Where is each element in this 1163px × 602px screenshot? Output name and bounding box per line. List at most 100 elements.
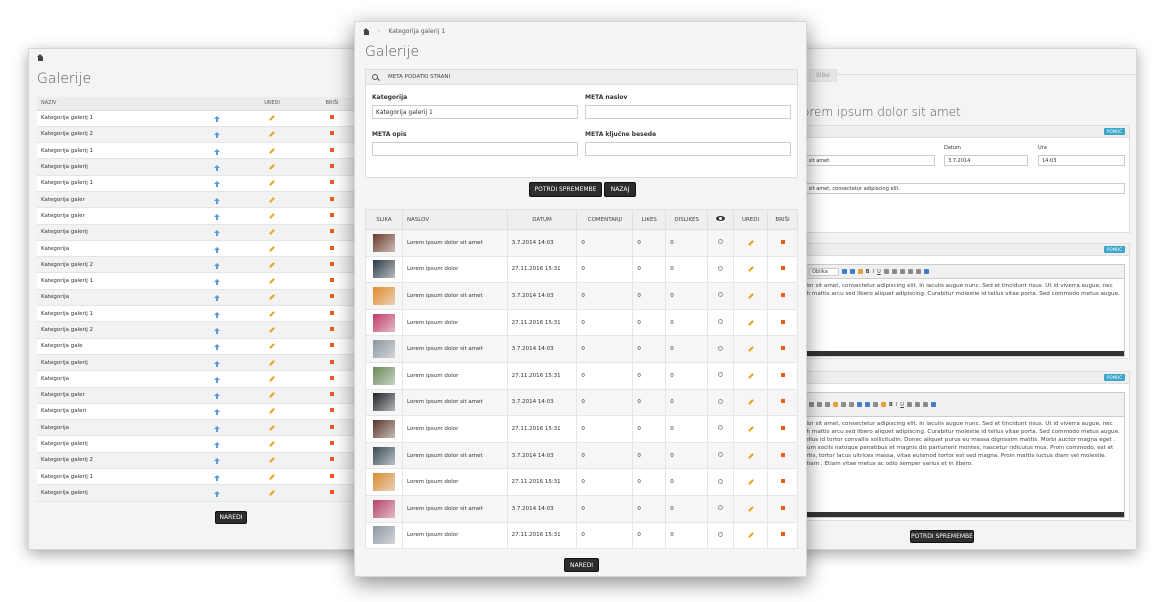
meta-kljucne-input[interactable] [585, 142, 791, 156]
category-name[interactable]: Kategorija [37, 419, 197, 437]
thumbnail-image[interactable] [372, 473, 395, 492]
delete-icon[interactable] [330, 278, 334, 283]
category-name[interactable]: Kategorija gale [37, 338, 197, 355]
category-name[interactable]: Kategorija galerij [37, 484, 197, 502]
pencil-icon[interactable] [269, 327, 275, 333]
pencil-icon[interactable] [269, 196, 275, 203]
delete-icon[interactable] [330, 424, 334, 429]
thumbnail-image[interactable] [372, 526, 395, 545]
col-likes[interactable]: LIKES [632, 209, 667, 230]
ura-input[interactable]: 14:03 [1038, 155, 1125, 166]
delete-icon[interactable] [780, 372, 785, 377]
thumbnail-image[interactable] [372, 499, 395, 518]
move-up-icon[interactable] [214, 442, 220, 449]
format-select[interactable]: Oblika [809, 267, 839, 276]
delete-icon[interactable] [780, 346, 785, 351]
help-button[interactable]: POMOČ [1104, 128, 1125, 135]
image-icon-2[interactable] [857, 402, 862, 407]
category-name[interactable]: Kategorija galer [37, 191, 197, 209]
delete-icon[interactable] [330, 180, 334, 185]
category-name[interactable]: Kategorija galerij 1 [37, 175, 197, 192]
pencil-icon[interactable] [747, 266, 754, 273]
pencil-icon[interactable] [747, 346, 754, 353]
confirm-changes-button[interactable]: POTRDI SPREMEMBE [529, 182, 602, 197]
delete-icon[interactable] [330, 212, 334, 217]
undo-icon[interactable] [841, 402, 846, 407]
pencil-icon[interactable] [747, 505, 754, 512]
pencil-icon[interactable] [747, 426, 754, 432]
pencil-icon[interactable] [747, 399, 754, 406]
delete-icon[interactable] [330, 229, 334, 234]
paste-icon[interactable] [833, 402, 838, 407]
help-button-2[interactable]: POMOČ [1104, 246, 1125, 253]
pencil-icon[interactable] [269, 147, 275, 154]
move-up-icon[interactable] [214, 344, 220, 351]
power-icon[interactable] [718, 239, 724, 245]
delete-icon[interactable] [780, 479, 785, 484]
thumbnail-image[interactable] [372, 340, 395, 359]
align-center-icon[interactable] [907, 269, 913, 274]
fullscreen-icon[interactable] [923, 269, 929, 274]
delete-icon[interactable] [330, 489, 334, 494]
pencil-icon[interactable] [269, 229, 275, 236]
pencil-icon[interactable] [747, 319, 754, 326]
pencil-icon[interactable] [269, 359, 275, 366]
delete-icon[interactable] [330, 261, 334, 266]
move-up-icon[interactable] [214, 213, 220, 220]
delete-icon[interactable] [780, 505, 785, 510]
editor1-content[interactable]: olor sit amet, consectetur adipiscing el… [799, 279, 1124, 301]
category-name[interactable]: Kategorija galeri [37, 403, 197, 421]
move-up-icon[interactable] [214, 165, 220, 172]
delete-icon[interactable] [330, 359, 334, 364]
move-up-icon[interactable] [214, 376, 220, 383]
align-left-icon[interactable] [899, 269, 905, 274]
power-icon[interactable] [718, 398, 724, 404]
category-name[interactable]: Kategorija galerij [37, 224, 197, 241]
pencil-icon[interactable] [747, 372, 754, 379]
breadcrumb-current[interactable]: Kategorija galerij 1 [388, 28, 445, 35]
move-up-icon[interactable] [214, 458, 220, 465]
meta-opis-input[interactable] [372, 142, 578, 156]
power-icon[interactable] [718, 452, 724, 458]
delete-icon[interactable] [330, 392, 334, 397]
delete-icon[interactable] [330, 408, 334, 413]
move-up-icon[interactable] [214, 181, 220, 188]
pencil-icon[interactable] [269, 213, 275, 219]
category-name[interactable]: Kategorija galerij [37, 435, 197, 453]
move-up-icon[interactable] [214, 409, 220, 416]
tab-slike[interactable]: Slike [809, 69, 838, 82]
italic-icon-2[interactable]: I [896, 402, 897, 408]
delete-icon[interactable] [330, 375, 334, 380]
category-name[interactable]: Kategorija galerij 2 [37, 452, 197, 470]
col-datum[interactable]: DATUM [506, 209, 578, 230]
editor-2[interactable]: B I U olor sit amet, consectetur adipisc… [798, 392, 1125, 518]
pencil-icon[interactable] [269, 245, 275, 252]
help-button-3[interactable]: POMOČ [1104, 374, 1125, 381]
delete-icon[interactable] [330, 343, 334, 348]
delete-icon[interactable] [780, 319, 785, 324]
indent-icon[interactable] [891, 269, 897, 274]
fullscreen-icon-2[interactable] [930, 402, 936, 407]
power-icon[interactable] [718, 319, 724, 325]
col-naslov[interactable]: NASLOV [401, 209, 508, 230]
editor-1[interactable]: Oblika B I U olor sit amet, consectetur … [798, 264, 1125, 357]
bold-icon-2[interactable]: B [889, 402, 893, 408]
pencil-icon[interactable] [269, 261, 275, 268]
underline-icon-2[interactable]: U [900, 402, 904, 408]
category-name[interactable]: Kategorija galerij 1 [37, 142, 197, 160]
thumbnail-image[interactable] [372, 313, 395, 332]
align-center-icon-2[interactable] [922, 402, 928, 407]
power-icon[interactable] [718, 425, 724, 431]
category-name[interactable]: Kategorija galer [37, 387, 197, 404]
pencil-icon[interactable] [269, 392, 275, 399]
delete-icon[interactable] [780, 399, 785, 404]
delete-icon[interactable] [330, 457, 334, 462]
move-up-icon[interactable] [214, 328, 220, 334]
delete-icon[interactable] [780, 239, 785, 244]
list-icon-2[interactable] [906, 402, 912, 407]
category-name[interactable]: Kategorija [37, 289, 197, 307]
editor2-content[interactable]: olor sit amet, consectetur adipiscing el… [799, 417, 1124, 471]
underline-icon[interactable]: U [877, 269, 881, 275]
col-naziv[interactable]: NAZIV [37, 97, 197, 111]
delete-icon[interactable] [330, 131, 334, 136]
